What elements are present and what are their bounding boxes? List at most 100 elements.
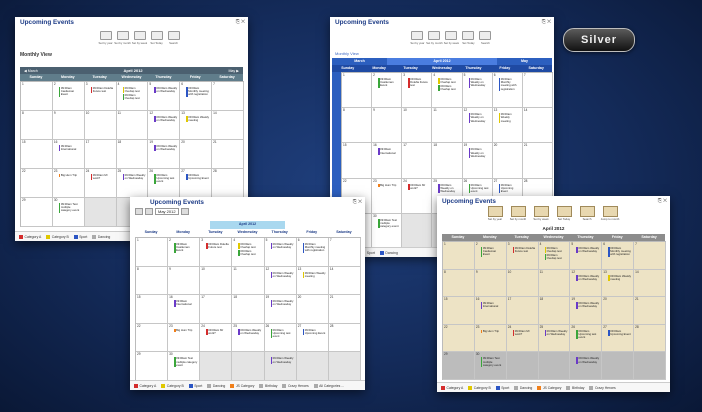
event-item[interactable]: 09:00am Test multiple category event bbox=[480, 357, 504, 367]
day-cell[interactable]: 14 bbox=[522, 108, 553, 144]
legend-item[interactable]: Dancing bbox=[207, 383, 225, 388]
prev-month-button[interactable]: March bbox=[135, 221, 210, 229]
toolbar-button[interactable]: Set by week bbox=[531, 206, 551, 221]
day-cell[interactable]: 11 bbox=[432, 108, 463, 144]
event-item[interactable]: 09:00am Upcoming test event bbox=[576, 329, 599, 340]
day-cell[interactable]: 12 09:00am Weekly on Wednesday bbox=[264, 266, 297, 296]
day-cell[interactable]: 6 09:00am Monthly meeting with registrati… bbox=[296, 238, 329, 267]
day-cell[interactable]: 1 bbox=[136, 238, 169, 267]
day-cell[interactable]: 21 bbox=[212, 140, 244, 169]
day-cell[interactable]: 25 09:00am Weekly on Wednesday bbox=[538, 324, 571, 353]
day-cell[interactable]: 29 bbox=[21, 198, 53, 227]
legend-item[interactable]: Dancing bbox=[379, 250, 398, 255]
day-cell[interactable] bbox=[84, 198, 117, 227]
day-cell[interactable]: 30 09:00am Test multiple category event bbox=[474, 352, 507, 380]
day-cell[interactable]: 6 09:00am Monthly meeting with registrati… bbox=[602, 242, 635, 270]
event-item[interactable]: 09:00am Weekly on Wednesday bbox=[154, 115, 177, 123]
event-item[interactable]: 09:00am Weekly on Wednesday bbox=[468, 77, 490, 88]
event-item[interactable]: 09:00am Upcoming test event bbox=[270, 328, 294, 339]
day-cell[interactable]: 13 09:00am Weekly meeting bbox=[180, 111, 213, 140]
event-item[interactable]: 09:00am Monthly meeting with registratio… bbox=[498, 77, 520, 91]
day-cell[interactable]: 9 bbox=[372, 108, 403, 144]
toolbar-button[interactable]: Jump to month bbox=[600, 206, 620, 221]
event-item[interactable]: 09:00am Dolefia Future test bbox=[90, 86, 114, 94]
day-cell[interactable] bbox=[328, 352, 361, 381]
event-item[interactable]: 09:00am Monthly meeting with registratio… bbox=[608, 246, 631, 257]
day-cell[interactable]: 29 bbox=[443, 352, 475, 380]
toolbar-button[interactable]: Search bbox=[476, 31, 494, 45]
day-cell[interactable]: 23 Big Hum Trip bbox=[168, 323, 201, 353]
day-cell[interactable]: 8 bbox=[136, 266, 169, 296]
legend-item[interactable]: Birthday bbox=[566, 385, 584, 390]
toolbar-button[interactable]: Set Today bbox=[459, 31, 477, 45]
day-cell[interactable]: 5 09:00am Weekly on Wednesday bbox=[570, 242, 603, 270]
day-cell[interactable]: 24 09:00am Mr work? bbox=[402, 178, 433, 214]
day-cell[interactable]: 17 bbox=[200, 295, 233, 324]
event-item[interactable]: 09:00am Weekly on Wednesday bbox=[468, 148, 490, 158]
day-cell[interactable]: 24 09:00am Mr work? bbox=[506, 324, 539, 353]
day-cell[interactable]: 3 09:00am Dolefia Future test bbox=[402, 73, 433, 109]
day-cell[interactable]: 23 Big Hum Trip bbox=[372, 178, 403, 214]
day-cell[interactable]: 22 bbox=[21, 169, 53, 198]
event-item[interactable]: 09:00am Dolefia Future test bbox=[206, 242, 229, 250]
day-cell[interactable]: 23 Big Hum Trip bbox=[474, 324, 507, 353]
day-cell[interactable]: 4 09:00am Overlap test 09:00am Overlap tes… bbox=[232, 238, 265, 267]
event-item[interactable]: 09:00am Dolefia Future test bbox=[512, 246, 536, 254]
month-select[interactable]: May 2012 bbox=[155, 208, 179, 215]
day-cell[interactable] bbox=[296, 352, 329, 381]
event-item[interactable]: 09:00am Weekly on Wednesday bbox=[438, 183, 459, 194]
event-item[interactable]: Big Hum Trip bbox=[174, 328, 197, 332]
day-cell[interactable]: 20 bbox=[602, 297, 635, 325]
event-item[interactable]: 09:00am Weekly on Wednesday bbox=[468, 113, 490, 123]
legend-item[interactable]: Category B bbox=[46, 234, 69, 239]
legend-item[interactable]: Crazy Heroes bbox=[282, 383, 309, 388]
day-cell[interactable]: 25 09:00am Weekly on Wednesday bbox=[232, 323, 265, 353]
day-cell[interactable]: 2 09:00am Castleman Event bbox=[474, 242, 507, 270]
day-cell[interactable]: 12 09:00am Weekly on Wednesday bbox=[462, 108, 493, 144]
event-item[interactable]: 09:00am Monthly meeting with registratio… bbox=[302, 242, 326, 253]
day-cell[interactable]: 8 bbox=[443, 269, 475, 298]
day-cell[interactable]: 16 09:00am International bbox=[52, 140, 85, 169]
event-item[interactable]: 09:00am Weekly meeting bbox=[498, 113, 520, 123]
toolbar-button[interactable]: Set by year bbox=[97, 31, 115, 45]
event-item[interactable]: 09:00am Weekly meeting bbox=[302, 271, 326, 278]
day-cell[interactable]: 30 09:00am Test multiple category event bbox=[168, 352, 201, 381]
event-item[interactable]: 09:00am Weekly on Wednesday bbox=[270, 271, 294, 278]
legend-item[interactable]: Category A bbox=[134, 383, 156, 388]
event-item[interactable]: 09:00am Upcoming Event bbox=[186, 173, 209, 181]
event-item[interactable]: 09:00am International bbox=[58, 144, 82, 152]
day-cell[interactable]: 2 09:00am Castleman Event bbox=[168, 238, 201, 267]
event-item[interactable]: 09:00am Weekly on Wednesday bbox=[122, 173, 146, 181]
day-cell[interactable]: 14 bbox=[212, 111, 244, 140]
event-item[interactable]: 09:00am Mr work? bbox=[408, 183, 429, 190]
day-cell[interactable]: 3 09:00am Dolefia Future test bbox=[84, 82, 117, 111]
day-cell[interactable]: 8 bbox=[21, 111, 53, 140]
day-cell[interactable]: 22 bbox=[443, 324, 475, 353]
calendar-icon[interactable] bbox=[145, 208, 153, 215]
day-cell[interactable]: 26 09:00am Upcoming test event bbox=[570, 324, 603, 353]
event-item[interactable]: 09:00am International bbox=[480, 302, 504, 309]
day-cell[interactable]: 2 09:00am Castleman Event bbox=[372, 73, 403, 109]
day-cell[interactable]: 11 bbox=[538, 269, 571, 298]
day-cell[interactable] bbox=[634, 352, 666, 380]
day-cell[interactable]: 6 09:00am Monthly meeting with registrati… bbox=[180, 82, 213, 111]
day-cell[interactable]: 4 09:00am Overlap test 09:00am Overlap tes… bbox=[432, 73, 463, 109]
event-item[interactable]: 09:00am Castleman Event bbox=[480, 246, 504, 257]
day-cell[interactable]: 22 bbox=[136, 323, 169, 353]
day-cell[interactable]: 10 bbox=[402, 108, 433, 144]
day-cell[interactable]: 21 bbox=[522, 143, 553, 179]
day-cell[interactable]: 26 09:00am Upcoming test event bbox=[148, 169, 181, 198]
day-cell[interactable]: 2 09:00am Castleman Event bbox=[52, 82, 85, 111]
day-cell[interactable]: 1 bbox=[21, 82, 53, 111]
day-cell[interactable]: 9 bbox=[168, 266, 201, 296]
day-cell[interactable]: 21 bbox=[634, 297, 666, 325]
toolbar-button[interactable]: Set by week bbox=[442, 31, 460, 45]
day-cell[interactable]: 16 09:00am International bbox=[474, 297, 507, 325]
day-cell[interactable]: 24 09:00am Mr work? bbox=[200, 323, 233, 353]
event-item[interactable]: Big Hum Trip bbox=[58, 173, 82, 178]
day-cell[interactable]: 1 bbox=[443, 242, 475, 270]
event-item[interactable]: 09:00am Mr work? bbox=[512, 329, 536, 337]
day-cell[interactable] bbox=[602, 352, 635, 380]
next-month-button[interactable]: May ▶ bbox=[228, 69, 239, 73]
day-cell[interactable]: 17 bbox=[506, 297, 539, 325]
